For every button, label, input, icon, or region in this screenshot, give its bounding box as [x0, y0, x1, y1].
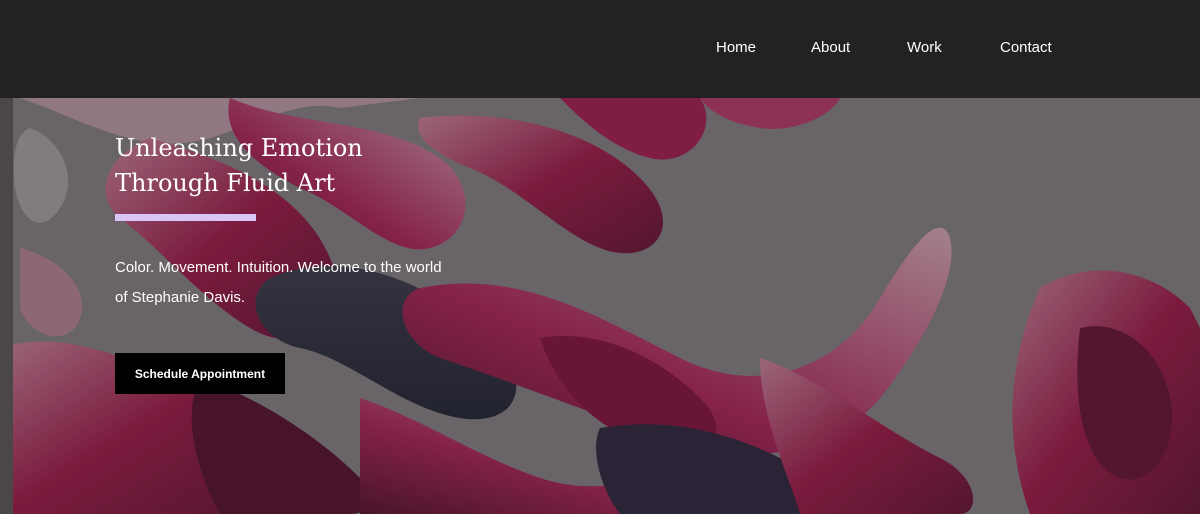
nav-link-work[interactable]: Work: [907, 38, 942, 58]
hero-subtext: Color. Movement. Intuition. Welcome to t…: [115, 259, 442, 306]
hero-section: Unleashing Emotion Through Fluid Art Col…: [0, 98, 1200, 514]
nav-link-home[interactable]: Home: [716, 38, 756, 58]
nav-link-contact[interactable]: Contact: [1000, 38, 1052, 58]
headline-accent-bar: [115, 214, 256, 221]
schedule-appointment-button[interactable]: Schedule Appointment: [115, 353, 285, 394]
hero-headline: Unleashing Emotion Through Fluid Art: [115, 134, 363, 197]
nav-link-about[interactable]: About: [811, 38, 850, 58]
top-navigation: Home About Work Contact: [0, 0, 1200, 98]
nav-menu: Home About Work Contact: [0, 0, 1200, 98]
